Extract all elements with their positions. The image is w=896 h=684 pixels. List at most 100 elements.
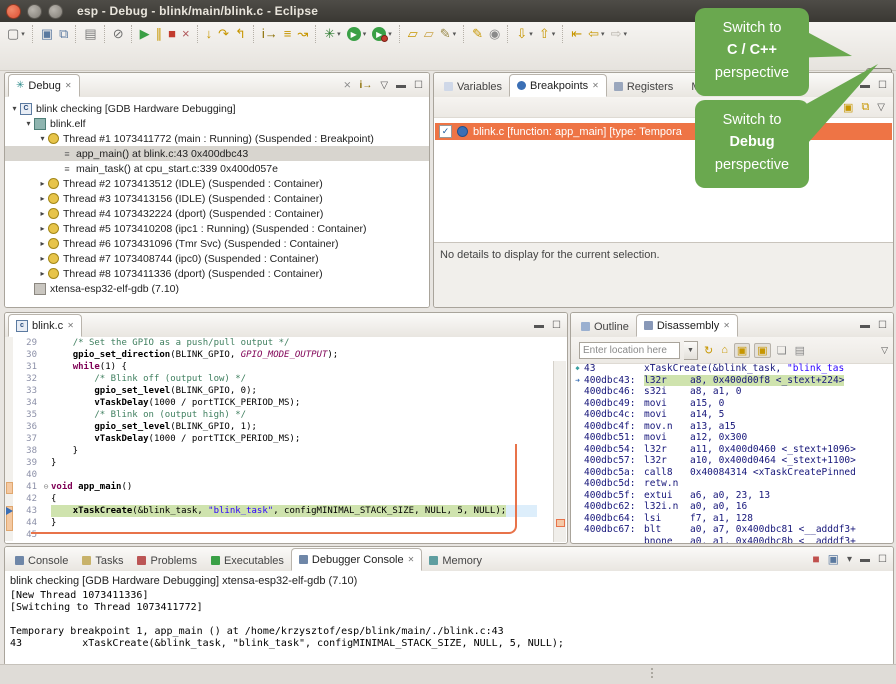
dropdown-arrow-icon[interactable]: ▾ — [847, 554, 852, 565]
home-icon[interactable]: ⌂ — [719, 344, 730, 356]
show-filters-button[interactable]: ≡ — [281, 24, 295, 44]
location-input[interactable]: Enter location here — [579, 342, 680, 359]
tree-expander-icon[interactable]: ▸ — [37, 239, 48, 248]
refresh-icon[interactable]: ↻ — [702, 344, 715, 357]
disassembly-row[interactable]: 400dbc4f:mov.na13, a15 — [571, 421, 893, 433]
debug-tree-row[interactable]: ▾Thread #1 1073411772 (main : Running) (… — [5, 131, 429, 146]
next-annotation-button[interactable]: ⇩▾ — [513, 24, 535, 44]
step-return-button[interactable]: ↰ — [232, 24, 249, 44]
debug-tree-row[interactable]: ▾blink.elf — [5, 116, 429, 131]
tree-expander-icon[interactable]: ▸ — [37, 209, 48, 218]
code-line[interactable]: 31 while(1) { — [5, 361, 567, 373]
tab-disassembly[interactable]: Disassembly✕ — [636, 314, 738, 337]
code-line[interactable]: 39} — [5, 457, 567, 469]
code-line[interactable]: 44} — [5, 517, 567, 529]
track-expression-icon[interactable]: ▣ — [754, 343, 770, 358]
dropdown-arrow-icon[interactable]: ▾ — [601, 30, 605, 38]
external-tools-button[interactable]: ▶▾ — [369, 24, 395, 44]
disassembly-row[interactable]: bnonea0, a1, 0x400dbc8b <__adddf3+ — [571, 536, 893, 544]
close-icon[interactable]: ✕ — [592, 81, 599, 90]
location-dropdown-icon[interactable]: ▼ — [684, 341, 698, 360]
dropdown-arrow-icon[interactable]: ▾ — [21, 30, 25, 38]
open-folder-button[interactable]: ▱ — [405, 24, 421, 44]
dropdown-arrow-icon[interactable]: ▾ — [552, 30, 556, 38]
dropdown-arrow-icon[interactable]: ▾ — [623, 30, 627, 38]
overview-ruler[interactable] — [553, 361, 566, 542]
maximize-icon[interactable]: ☐ — [552, 320, 561, 331]
tree-expander-icon[interactable]: ▾ — [37, 134, 48, 143]
code-line[interactable]: 35 /* Blink on (output high) */ — [5, 409, 567, 421]
tree-expander-icon[interactable]: ▾ — [9, 104, 20, 113]
tab-breakpoints[interactable]: Breakpoints✕ — [509, 74, 607, 97]
disassembly-row[interactable]: 400dbc46:s32ia8, a1, 0 — [571, 386, 893, 398]
disassembly-row[interactable]: 400dbc49:movia15, 0 — [571, 398, 893, 410]
debug-tree-row[interactable]: xtensa-esp32-elf-gdb (7.10) — [5, 281, 429, 296]
tab-registers[interactable]: Registers — [607, 76, 680, 97]
disassembly-row[interactable]: 400dbc4c:movia14, 5 — [571, 409, 893, 421]
code-line[interactable]: 42{ — [5, 493, 567, 505]
minimize-icon[interactable]: ▬ — [396, 80, 406, 91]
disassembly-row[interactable]: 400dbc57:l32ra10, 0x400d0464 <_stext+110… — [571, 455, 893, 467]
tab-memory[interactable]: Memory — [422, 550, 489, 571]
instruction-mode-icon[interactable]: i→ — [360, 80, 373, 91]
tab-executables[interactable]: Executables — [204, 550, 291, 571]
tab-debug[interactable]: ✳ Debug ✕ — [8, 74, 80, 97]
debug-tree-row[interactable]: ▸Thread #6 1073431096 (Tmr Svc) (Suspend… — [5, 236, 429, 251]
dropdown-arrow-icon[interactable]: ▾ — [453, 30, 457, 38]
window-close-button[interactable] — [6, 4, 21, 19]
resume-button[interactable]: ▶ — [137, 24, 153, 44]
debug-tree-row[interactable]: ▸Thread #7 1073408744 (ipc0) (Suspended … — [5, 251, 429, 266]
debug-tree-row[interactable]: ▸Thread #8 1073411336 (dport) (Suspended… — [5, 266, 429, 281]
tree-expander-icon[interactable]: ▸ — [37, 224, 48, 233]
debug-tree-row[interactable]: ≡app_main() at blink.c:43 0x400dbc43 — [5, 146, 429, 161]
tab-outline[interactable]: Outline — [574, 316, 636, 337]
disassembly-listing[interactable]: ◆43xTaskCreate(&blink_task, "blink_tas➜4… — [571, 363, 893, 543]
terminate-button[interactable]: ■ — [165, 24, 179, 44]
maximize-icon[interactable]: ☐ — [878, 80, 887, 91]
debug-launch-button[interactable]: ✳▾ — [321, 24, 343, 44]
minimize-icon[interactable]: ▬ — [534, 320, 544, 331]
save-button[interactable]: ▣ — [38, 24, 56, 44]
debug-tree-row[interactable]: ▾Cblink checking [GDB Hardware Debugging… — [5, 101, 429, 116]
tree-expander-icon[interactable]: ▸ — [37, 269, 48, 278]
debug-tree-row[interactable]: ▸Thread #4 1073432224 (dport) (Suspended… — [5, 206, 429, 221]
save-all-button[interactable]: ⧉ — [56, 24, 71, 44]
disassembly-row[interactable]: ◆43xTaskCreate(&blink_task, "blink_tas — [571, 363, 893, 375]
build-button[interactable]: ▤ — [81, 24, 99, 44]
code-line[interactable]: 43 xTaskCreate(&blink_task, "blink_task"… — [5, 505, 567, 517]
remove-terminated-icon[interactable]: ⨯ — [343, 80, 351, 91]
code-line[interactable]: 34 vTaskDelay(1000 / portTICK_PERIOD_MS)… — [5, 397, 567, 409]
view-menu-icon[interactable]: ▽ — [380, 80, 388, 91]
instruction-stepping-button[interactable]: i→ — [259, 24, 281, 44]
tab-variables[interactable]: Variables — [437, 76, 509, 97]
disassembly-row[interactable]: ➜400dbc43:l32ra8, 0x400d00f8 <_stext+224… — [571, 375, 893, 387]
tab-console[interactable]: Console — [8, 550, 75, 571]
close-icon[interactable]: ✕ — [67, 321, 74, 330]
link-with-debug-icon[interactable]: ⧉ — [861, 101, 869, 114]
show-source-icon[interactable]: ▣ — [734, 343, 750, 358]
tree-expander-icon[interactable]: ▸ — [37, 254, 48, 263]
disassembly-row[interactable]: 400dbc51:movia12, 0x300 — [571, 432, 893, 444]
open-resource-button[interactable]: ▱ — [421, 24, 437, 44]
minimize-icon[interactable]: ▬ — [860, 554, 870, 565]
terminate-icon[interactable]: ■ — [812, 552, 819, 566]
step-into-button[interactable]: ↓ — [203, 24, 216, 44]
run-launch-button[interactable]: ▶▾ — [344, 24, 370, 44]
tree-expander-icon[interactable]: ▾ — [23, 119, 34, 128]
last-edit-location-button[interactable]: ⇤ — [568, 24, 585, 44]
tab-problems[interactable]: Problems — [130, 550, 203, 571]
dropdown-arrow-icon[interactable]: ▾ — [388, 30, 392, 38]
disassembly-row[interactable]: 400dbc67:blta0, a7, 0x400dbc81 <__adddf3… — [571, 524, 893, 536]
highlighter-button[interactable]: ✎ — [469, 24, 486, 44]
breakpoint-checkbox[interactable]: ✓ — [439, 125, 452, 138]
code-line[interactable]: 32 /* Blink off (output low) */ — [5, 373, 567, 385]
tree-expander-icon[interactable]: ▸ — [37, 179, 48, 188]
code-line[interactable]: 40 — [5, 469, 567, 481]
code-editor[interactable]: 29 /* Set the GPIO as a push/pull output… — [5, 337, 567, 543]
dropdown-arrow-icon[interactable]: ▾ — [363, 30, 367, 38]
new-wizard-button[interactable]: ▢▾ — [4, 24, 28, 44]
code-line[interactable]: 41⊖void app_main() — [5, 481, 567, 493]
code-line[interactable]: 45 — [5, 529, 567, 541]
step-over-button[interactable]: ↷ — [215, 24, 232, 44]
code-line[interactable]: 30 gpio_set_direction(BLINK_GPIO, GPIO_M… — [5, 349, 567, 361]
